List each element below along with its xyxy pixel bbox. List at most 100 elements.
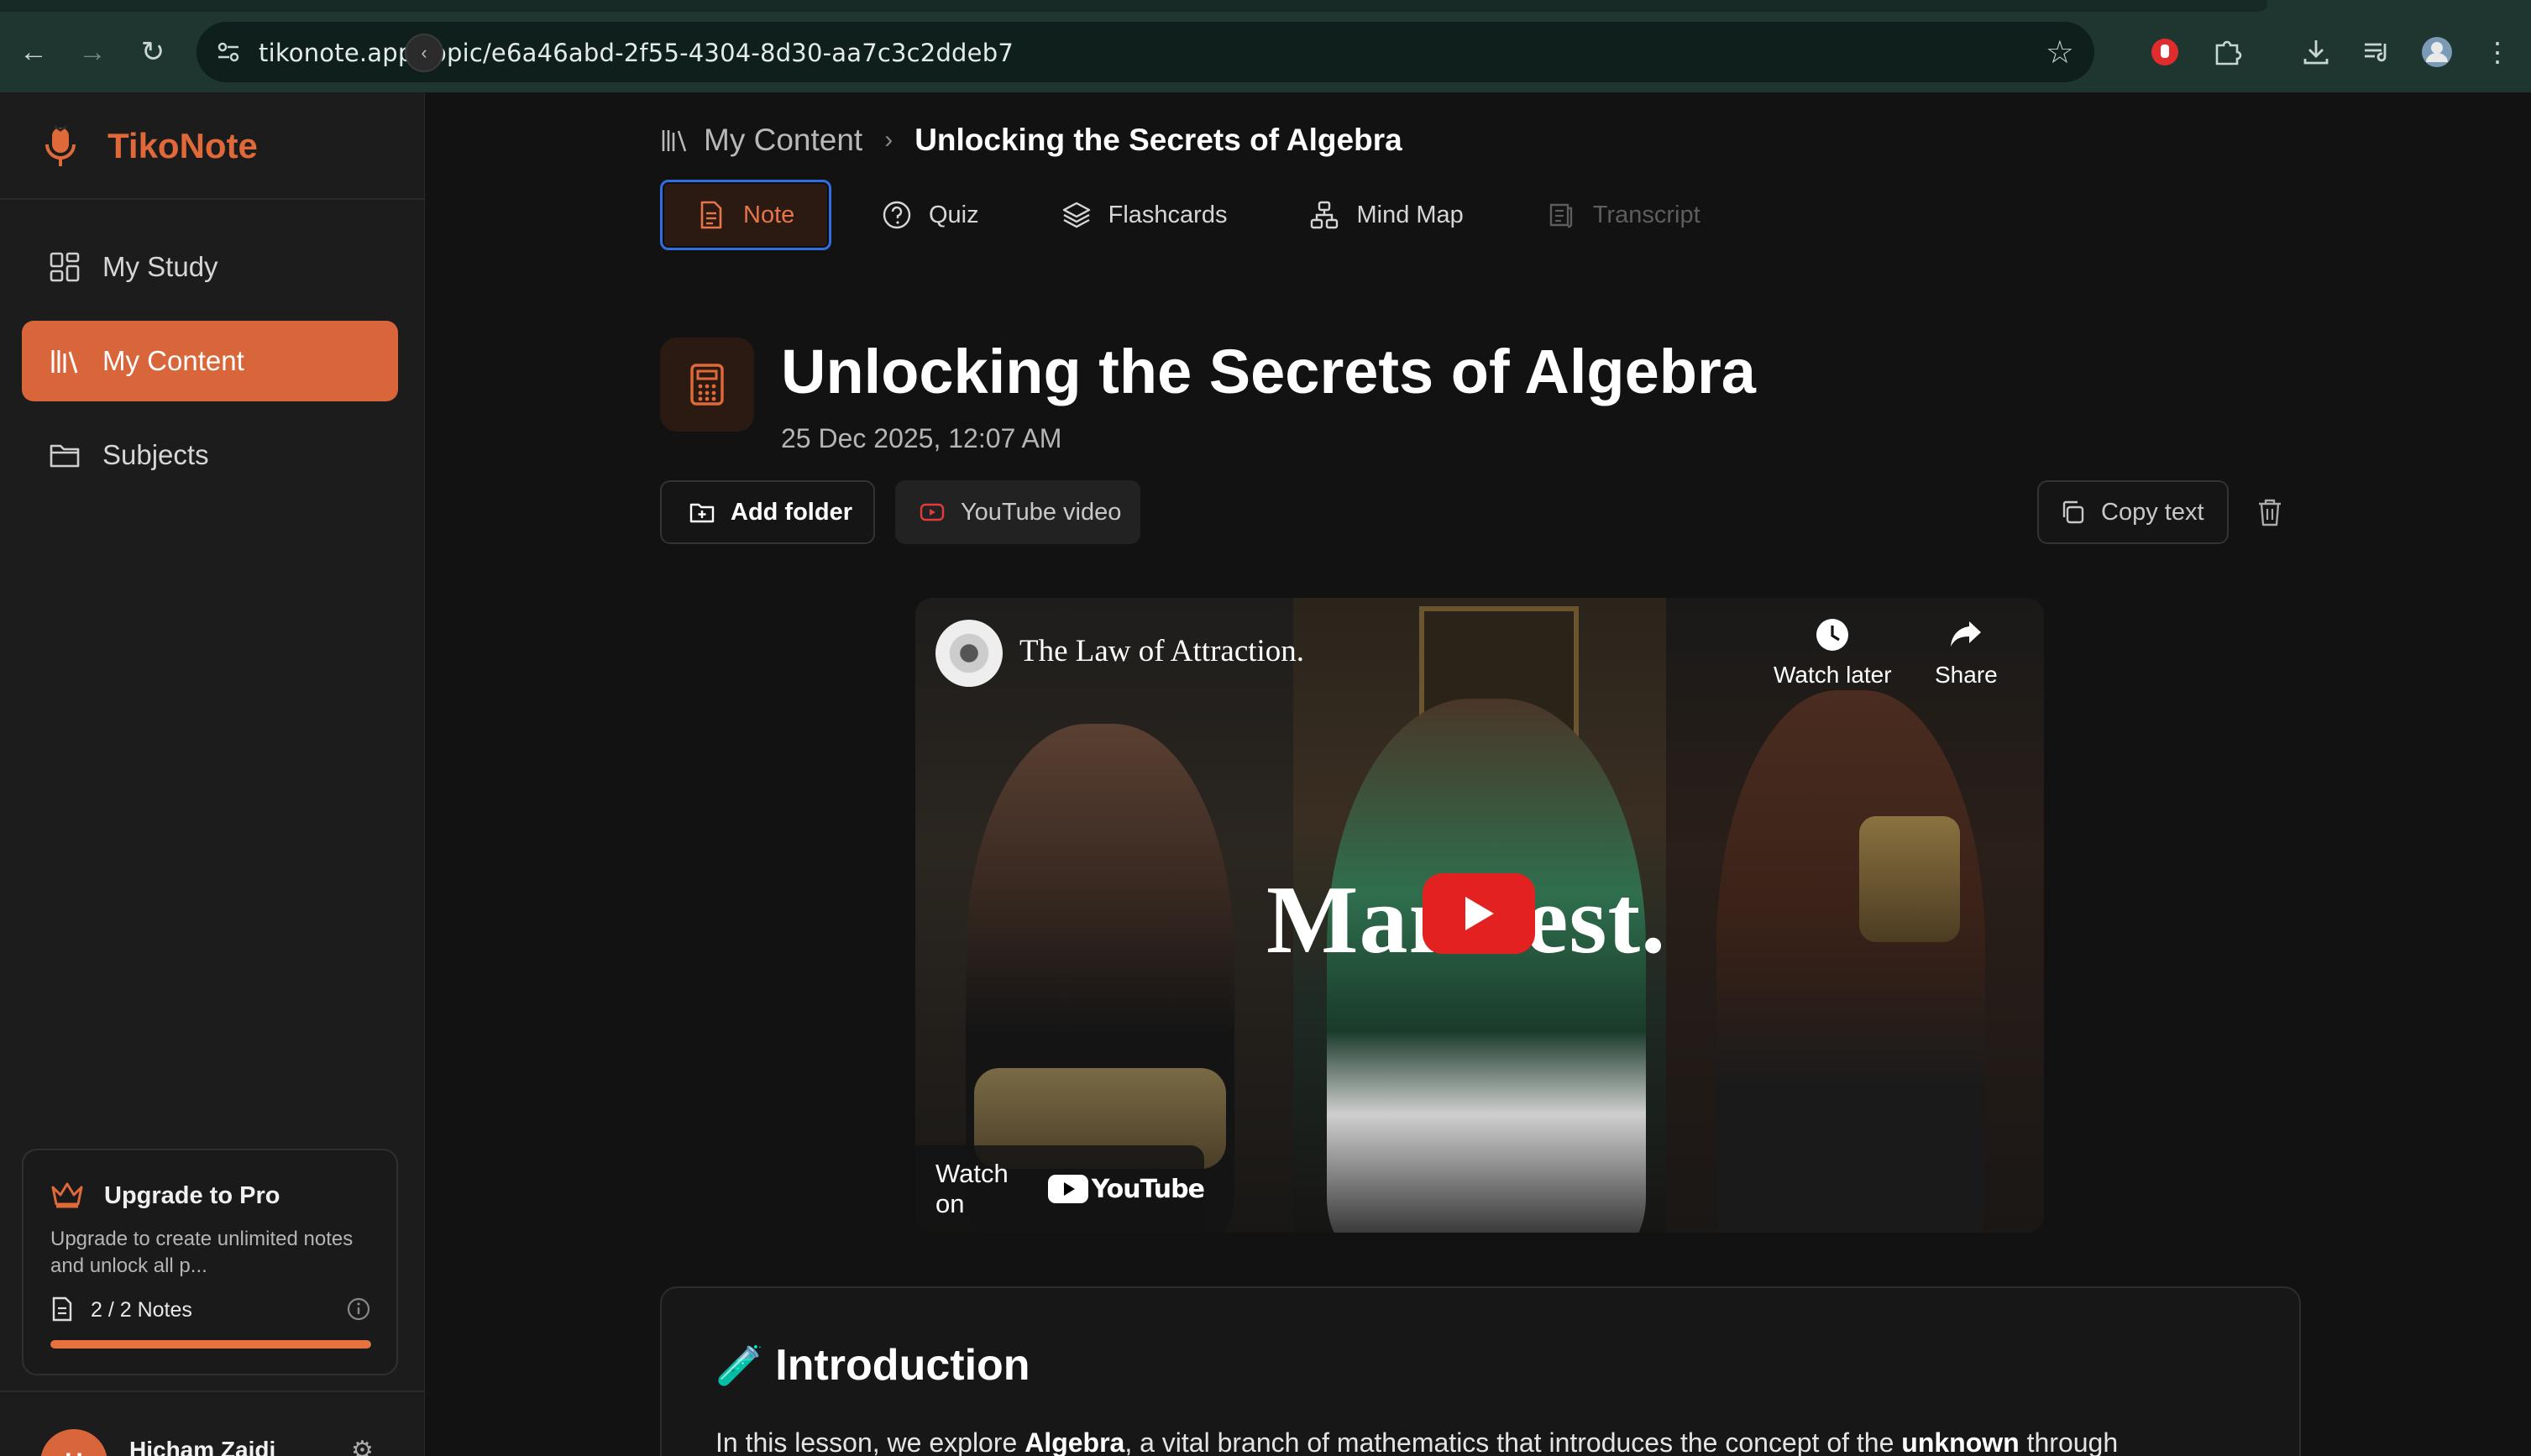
breadcrumb-parent[interactable]: My Content [704, 123, 862, 158]
transcript-icon [1549, 203, 1572, 228]
tab-strip [0, 0, 2267, 12]
calculator-icon [690, 364, 724, 406]
url-text: tikonote.app/topic/e6a46abd-2f55-4304-8d… [259, 39, 1014, 67]
share-button[interactable]: Share [1935, 616, 1998, 689]
tab-label: Transcript [1592, 201, 1700, 228]
test-tube-icon: 🧪 [715, 1343, 764, 1387]
question-icon [883, 201, 911, 229]
reload-icon[interactable]: ↻ [134, 34, 171, 71]
youtube-embed[interactable]: The Law of Attraction. Watch later Share… [915, 598, 2044, 1233]
tab-flashcards[interactable]: Flashcards [1030, 180, 1260, 250]
sidebar-item-label: My Study [102, 251, 218, 282]
browser-menu-icon[interactable]: ⋮ [2479, 34, 2516, 71]
sidebar: TikoNote My Study My Content Subjects Up… [0, 92, 425, 1456]
chevron-right-icon: › [884, 126, 893, 154]
folder-plus-icon [689, 503, 715, 523]
extensions-puzzle-icon[interactable] [2209, 34, 2245, 71]
notes-usage: 2 / 2 Notes [91, 1298, 192, 1322]
brand-name: TikoNote [107, 126, 258, 165]
tab-quiz[interactable]: Quiz [850, 180, 1011, 250]
back-icon[interactable]: ← [15, 34, 52, 71]
user-profile[interactable]: H Hicham Zaidi ⚙ [40, 1429, 374, 1456]
note-content-card: 🧪 Introduction In this lesson, we explor… [660, 1286, 2301, 1456]
browser-toolbar: ← → ↻ tikonote.app/topic/e6a46abd-2f55-4… [0, 0, 2531, 92]
library-icon [51, 350, 78, 374]
youtube-video-button[interactable]: YouTube video [895, 480, 1140, 544]
video-channel-title[interactable]: The Law of Attraction. [1019, 633, 1304, 669]
address-bar[interactable]: tikonote.app/topic/e6a46abd-2f55-4304-8d… [197, 22, 2094, 82]
section-heading-text: Introduction [775, 1341, 1030, 1390]
library-icon [662, 130, 687, 152]
extension-shield-icon[interactable] [2146, 34, 2183, 71]
notes-progress-fill [50, 1340, 371, 1349]
clock-icon [1814, 616, 1851, 662]
page-date: 25 Dec 2025, 12:07 AM [781, 423, 1062, 453]
sidebar-item-my-content[interactable]: My Content [22, 321, 398, 401]
watch-later-button[interactable]: Watch later [1774, 616, 1892, 689]
share-label: Share [1935, 662, 1998, 688]
mindmap-icon [1311, 201, 1339, 229]
youtube-logo: YouTube [1047, 1174, 1205, 1204]
sidebar-divider [0, 198, 425, 200]
tab-label: Note [743, 201, 795, 228]
user-name: Hicham Zaidi [129, 1437, 276, 1456]
site-settings-icon[interactable] [215, 39, 242, 65]
grid-icon [50, 252, 80, 282]
play-button[interactable] [1423, 873, 1535, 954]
note-icon [700, 201, 722, 229]
tab-label: Quiz [929, 201, 979, 228]
section-heading: 🧪 Introduction [715, 1340, 1030, 1391]
add-folder-button[interactable]: Add folder [660, 480, 875, 544]
tab-mind-map[interactable]: Mind Map [1277, 180, 1495, 250]
media-controls-icon[interactable] [2358, 34, 2395, 71]
downloads-icon[interactable] [2298, 34, 2334, 71]
watch-later-label: Watch later [1774, 662, 1892, 688]
brand[interactable]: TikoNote [40, 123, 258, 170]
upgrade-card[interactable]: Upgrade to Pro Upgrade to create unlimit… [22, 1149, 398, 1375]
gear-icon[interactable]: ⚙ [351, 1436, 374, 1456]
notes-progress-bar [50, 1340, 371, 1349]
play-icon [1465, 897, 1494, 930]
watch-on-label: Watch on [935, 1159, 1009, 1218]
sidebar-item-label: Subjects [102, 439, 209, 470]
content-tabs: Note Quiz Flashcards Mind Map Transcript [660, 180, 1751, 250]
microphone-logo-icon [45, 124, 76, 166]
sidebar-divider [0, 1391, 425, 1392]
copy-text-button[interactable]: Copy text [2037, 480, 2229, 544]
page-title: Unlocking the Secrets of Algebra [781, 337, 1756, 406]
youtube-wordmark: YouTube [1091, 1174, 1205, 1204]
breadcrumb-current: Unlocking the Secrets of Algebra [914, 123, 1402, 157]
section-paragraph: In this lesson, we explore Algebra, a vi… [715, 1427, 2119, 1456]
copy-text-label: Copy text [2101, 498, 2204, 526]
tab-label: Flashcards [1108, 201, 1228, 228]
avatar: H [40, 1429, 107, 1456]
youtube-icon [920, 503, 945, 521]
trash-icon [2259, 499, 2281, 526]
channel-avatar[interactable] [935, 620, 1003, 687]
delete-button[interactable] [2254, 480, 2286, 544]
tab-label: Mind Map [1356, 201, 1464, 228]
tab-note[interactable]: Note [660, 180, 831, 250]
youtube-video-label: YouTube video [961, 498, 1122, 526]
sidebar-item-my-study[interactable]: My Study [22, 227, 398, 307]
folder-icon [50, 444, 80, 468]
layers-icon [1062, 202, 1090, 228]
collapse-sidebar-button[interactable]: ‹ [405, 34, 443, 72]
sidebar-item-subjects[interactable]: Subjects [22, 415, 398, 495]
document-icon [52, 1296, 72, 1322]
topic-icon [660, 338, 754, 432]
upgrade-description: Upgrade to create unlimited notes and un… [50, 1228, 354, 1277]
sidebar-item-label: My Content [102, 345, 244, 376]
upgrade-title: Upgrade to Pro [104, 1182, 280, 1209]
watch-on-youtube-link[interactable]: Watch on YouTube [915, 1145, 1205, 1233]
forward-icon[interactable]: → [74, 34, 111, 71]
video-thumbnail-panel [1666, 598, 2044, 1233]
profile-avatar-icon[interactable] [2418, 34, 2455, 71]
info-icon[interactable] [346, 1296, 371, 1322]
share-icon [1947, 616, 1984, 662]
crown-icon [51, 1182, 83, 1208]
bookmark-star-icon[interactable]: ☆ [2046, 34, 2074, 71]
video-thumbnail-panel [915, 598, 1293, 1233]
copy-icon [2062, 500, 2084, 524]
tab-transcript[interactable]: Transcript [1514, 180, 1732, 250]
